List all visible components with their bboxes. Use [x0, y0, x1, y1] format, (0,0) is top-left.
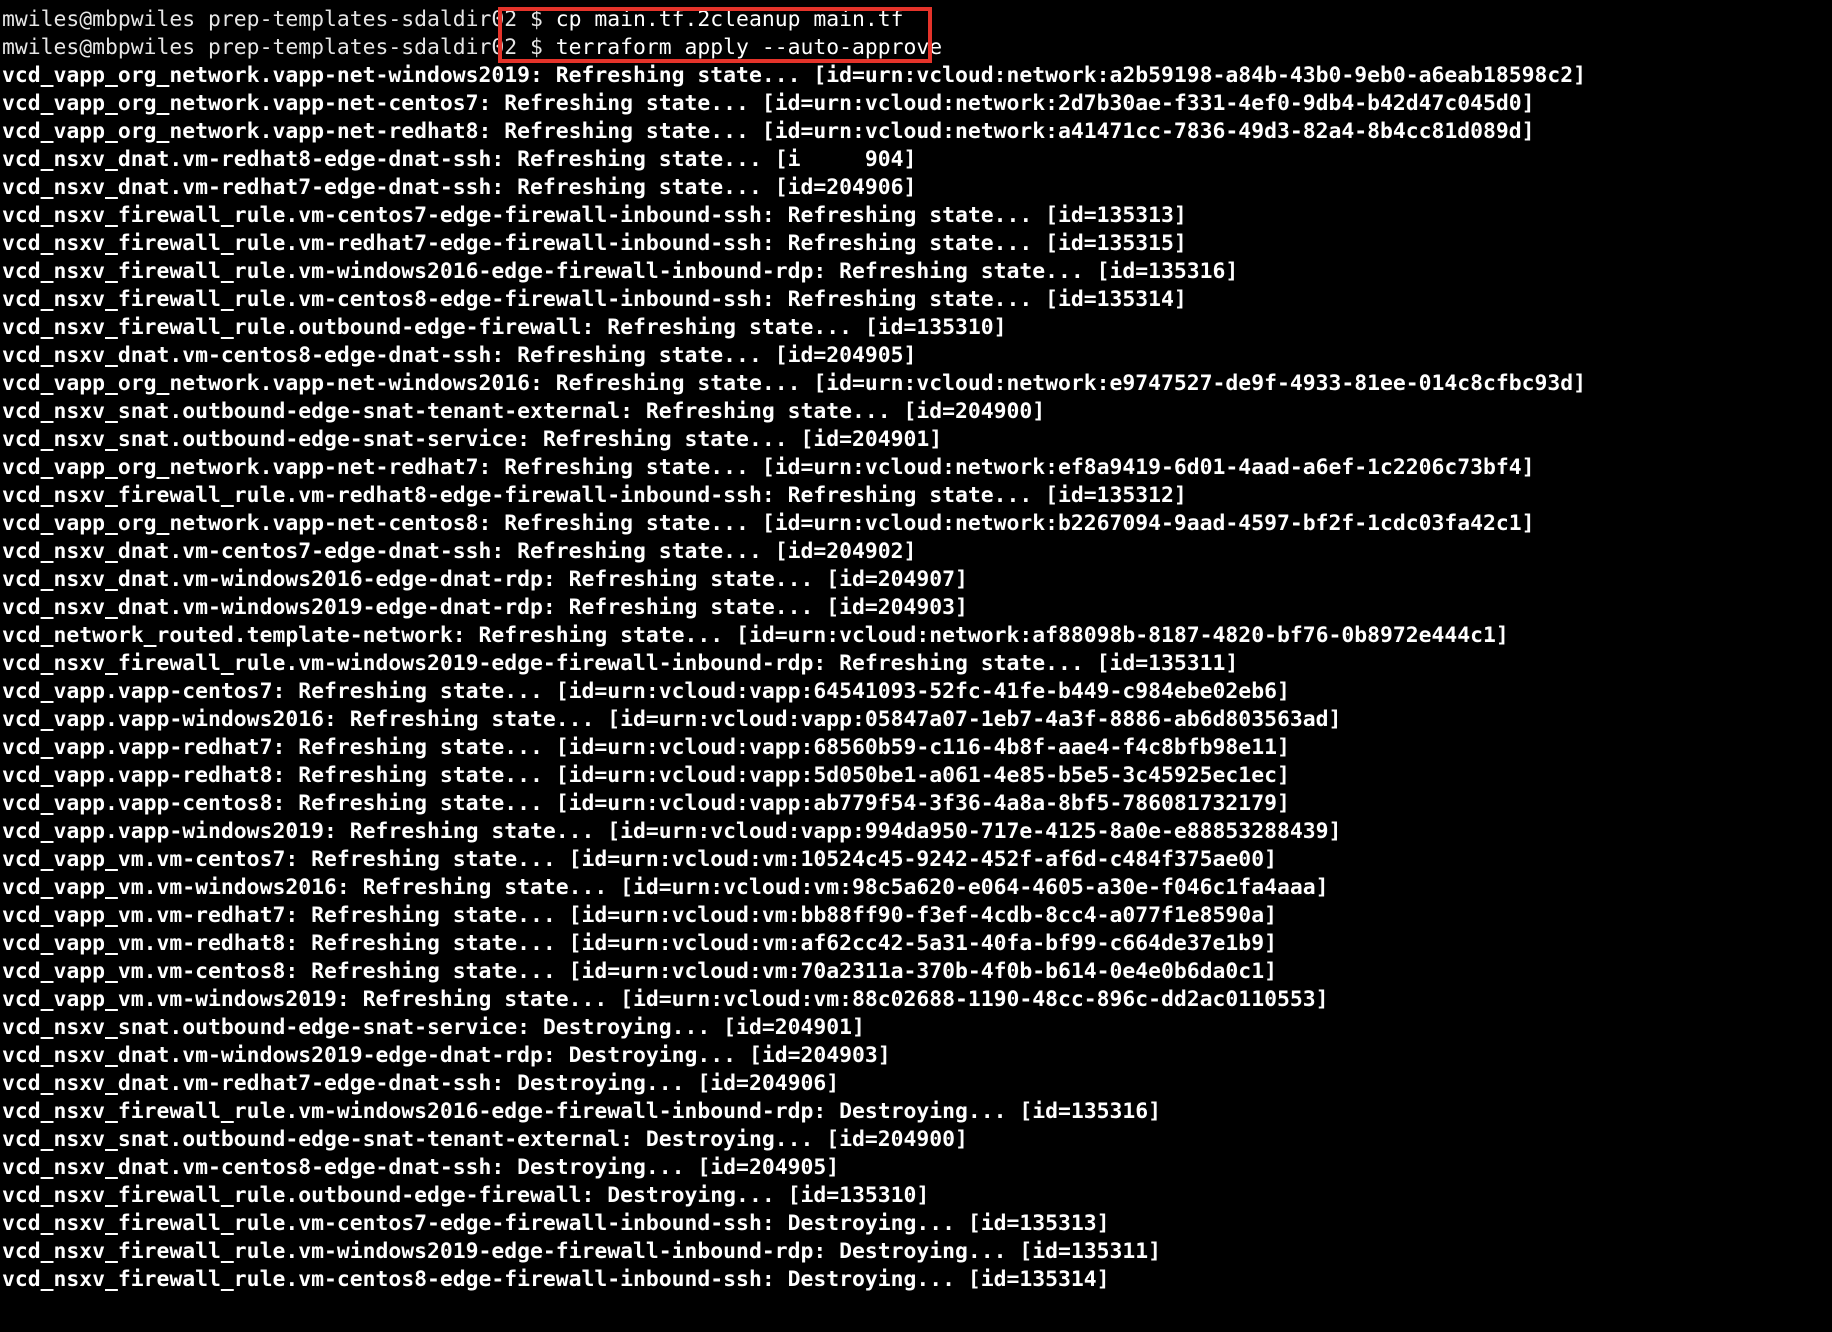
terminal-output[interactable]: mwiles@mbpwiles prep-templates-sdaldir02…	[0, 6, 1832, 1332]
output-line: vcd_nsxv_snat.outbound-edge-snat-tenant-…	[2, 399, 1046, 424]
output-line: vcd_nsxv_dnat.vm-windows2019-edge-dnat-r…	[2, 595, 968, 620]
output-line: vcd_nsxv_dnat.vm-redhat7-edge-dnat-ssh: …	[2, 1071, 840, 1096]
output-line: vcd_nsxv_snat.outbound-edge-snat-tenant-…	[2, 1127, 968, 1152]
output-line: vcd_nsxv_firewall_rule.vm-centos8-edge-f…	[2, 1267, 1110, 1292]
output-line: vcd_vapp_vm.vm-redhat8: Refreshing state…	[2, 931, 1277, 956]
output-line: vcd_nsxv_dnat.vm-centos7-edge-dnat-ssh: …	[2, 539, 917, 564]
output-line: vcd_nsxv_firewall_rule.outbound-edge-fir…	[2, 315, 1007, 340]
output-line: vcd_vapp_vm.vm-windows2016: Refreshing s…	[2, 875, 1329, 900]
output-line: vcd_vapp_vm.vm-centos7: Refreshing state…	[2, 847, 1277, 872]
output-line: vcd_vapp_org_network.vapp-net-windows201…	[2, 371, 1587, 396]
output-line: vcd_nsxv_firewall_rule.outbound-edge-fir…	[2, 1183, 930, 1208]
output-line: vcd_nsxv_firewall_rule.vm-windows2019-ed…	[2, 1239, 1162, 1264]
output-line: vcd_nsxv_firewall_rule.vm-centos8-edge-f…	[2, 287, 1187, 312]
output-line: vcd_vapp.vapp-centos8: Refreshing state.…	[2, 791, 1290, 816]
output-line: vcd_vapp_vm.vm-windows2019: Refreshing s…	[2, 987, 1329, 1012]
output-line: vcd_vapp.vapp-windows2016: Refreshing st…	[2, 707, 1342, 732]
shell-prompt: mwiles@mbpwiles prep-templates-sdaldir02…	[2, 7, 556, 32]
output-line: vcd_nsxv_firewall_rule.vm-redhat8-edge-f…	[2, 483, 1187, 508]
output-line: vcd_nsxv_snat.outbound-edge-snat-service…	[2, 1015, 865, 1040]
output-line: vcd_nsxv_firewall_rule.vm-centos7-edge-f…	[2, 1211, 1110, 1236]
command-text: cp main.tf.2cleanup main.tf	[555, 7, 904, 32]
output-line: vcd_vapp_vm.vm-redhat7: Refreshing state…	[2, 903, 1277, 928]
output-line: vcd_vapp.vapp-redhat8: Refreshing state.…	[2, 763, 1290, 788]
output-line: vcd_vapp_org_network.vapp-net-centos7: R…	[2, 91, 1535, 116]
output-line: vcd_vapp_org_network.vapp-net-redhat8: R…	[2, 119, 1535, 144]
output-line: vcd_network_routed.template-network: Ref…	[2, 623, 1509, 648]
output-line: vcd_vapp.vapp-centos7: Refreshing state.…	[2, 679, 1290, 704]
output-line: vcd_nsxv_dnat.vm-windows2019-edge-dnat-r…	[2, 1043, 891, 1068]
output-line: vcd_nsxv_dnat.vm-centos8-edge-dnat-ssh: …	[2, 1155, 840, 1180]
output-line: vcd_nsxv_firewall_rule.vm-centos7-edge-f…	[2, 203, 1187, 228]
prompt-line-2: mwiles@mbpwiles prep-templates-sdaldir02…	[2, 34, 942, 62]
output-line: vcd_nsxv_firewall_rule.vm-windows2016-ed…	[2, 1099, 1162, 1124]
output-line: vcd_nsxv_firewall_rule.vm-windows2019-ed…	[2, 651, 1239, 676]
command-text: terraform apply --auto-approve	[555, 35, 943, 60]
shell-prompt: mwiles@mbpwiles prep-templates-sdaldir02…	[2, 35, 556, 60]
output-line: vcd_vapp_vm.vm-centos8: Refreshing state…	[2, 959, 1277, 984]
output-line: vcd_vapp.vapp-windows2019: Refreshing st…	[2, 819, 1342, 844]
output-line: vcd_nsxv_snat.outbound-edge-snat-service…	[2, 427, 943, 452]
output-line: vcd_nsxv_firewall_rule.vm-windows2016-ed…	[2, 259, 1239, 284]
output-line: vcd_nsxv_dnat.vm-windows2016-edge-dnat-r…	[2, 567, 968, 592]
output-line: vcd_nsxv_dnat.vm-redhat8-edge-dnat-ssh: …	[2, 147, 917, 172]
prompt-line-1: mwiles@mbpwiles prep-templates-sdaldir02…	[2, 6, 903, 34]
output-line: vcd_vapp_org_network.vapp-net-redhat7: R…	[2, 455, 1535, 480]
output-line: vcd_nsxv_dnat.vm-redhat7-edge-dnat-ssh: …	[2, 175, 917, 200]
output-line: vcd_vapp_org_network.vapp-net-centos8: R…	[2, 511, 1535, 536]
output-line: vcd_nsxv_dnat.vm-centos8-edge-dnat-ssh: …	[2, 343, 917, 368]
output-line: vcd_nsxv_firewall_rule.vm-redhat7-edge-f…	[2, 231, 1187, 256]
output-line: vcd_vapp.vapp-redhat7: Refreshing state.…	[2, 735, 1290, 760]
output-line: vcd_vapp_org_network.vapp-net-windows201…	[2, 63, 1587, 88]
